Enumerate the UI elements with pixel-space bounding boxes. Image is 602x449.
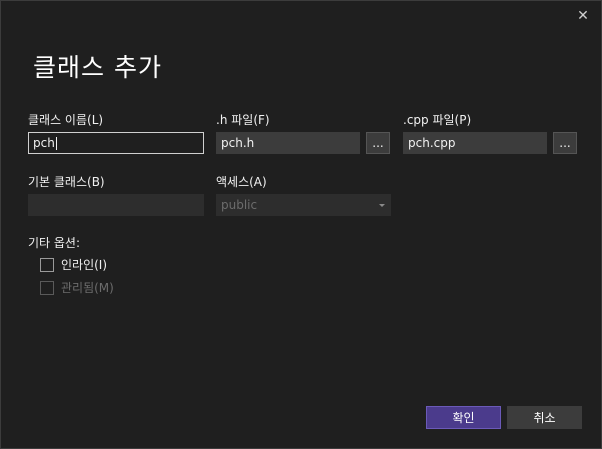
managed-option[interactable]: 관리됨(M): [40, 279, 114, 296]
inline-option[interactable]: 인라인(I): [40, 256, 107, 273]
add-class-dialog: ✕ 클래스 추가 클래스 이름(L) .h 파일(F) .cpp 파일(P) p…: [0, 0, 602, 449]
access-dropdown[interactable]: public: [216, 194, 391, 216]
h-file-value: pch.h: [221, 136, 255, 150]
h-file-browse-button[interactable]: ...: [366, 132, 390, 154]
class-name-label: 클래스 이름(L): [28, 113, 104, 127]
access-value: public: [221, 198, 258, 212]
cpp-file-label: .cpp 파일(P): [403, 113, 472, 127]
close-icon[interactable]: ✕: [575, 8, 591, 24]
cpp-file-input[interactable]: pch.cpp: [403, 132, 547, 154]
h-file-label: .h 파일(F): [216, 113, 270, 127]
other-options-label: 기타 옵션:: [28, 236, 81, 250]
ok-button[interactable]: 확인: [426, 406, 501, 429]
cpp-file-value: pch.cpp: [408, 136, 456, 150]
class-name-input[interactable]: pch: [28, 132, 204, 154]
managed-checkbox[interactable]: [40, 280, 54, 295]
class-name-value: pch: [33, 136, 55, 150]
access-label: 액세스(A): [216, 175, 267, 189]
text-caret: [55, 136, 57, 150]
inline-label: 인라인(I): [61, 258, 108, 272]
inline-checkbox[interactable]: [40, 257, 54, 272]
base-class-label: 기본 클래스(B): [28, 175, 105, 189]
h-file-input[interactable]: pch.h: [216, 132, 360, 154]
chevron-down-icon: [379, 204, 385, 207]
dialog-title: 클래스 추가: [33, 53, 162, 82]
cpp-file-browse-button[interactable]: ...: [553, 132, 577, 154]
managed-label: 관리됨(M): [61, 281, 114, 295]
cancel-button[interactable]: 취소: [507, 406, 582, 429]
base-class-input[interactable]: [28, 194, 204, 216]
